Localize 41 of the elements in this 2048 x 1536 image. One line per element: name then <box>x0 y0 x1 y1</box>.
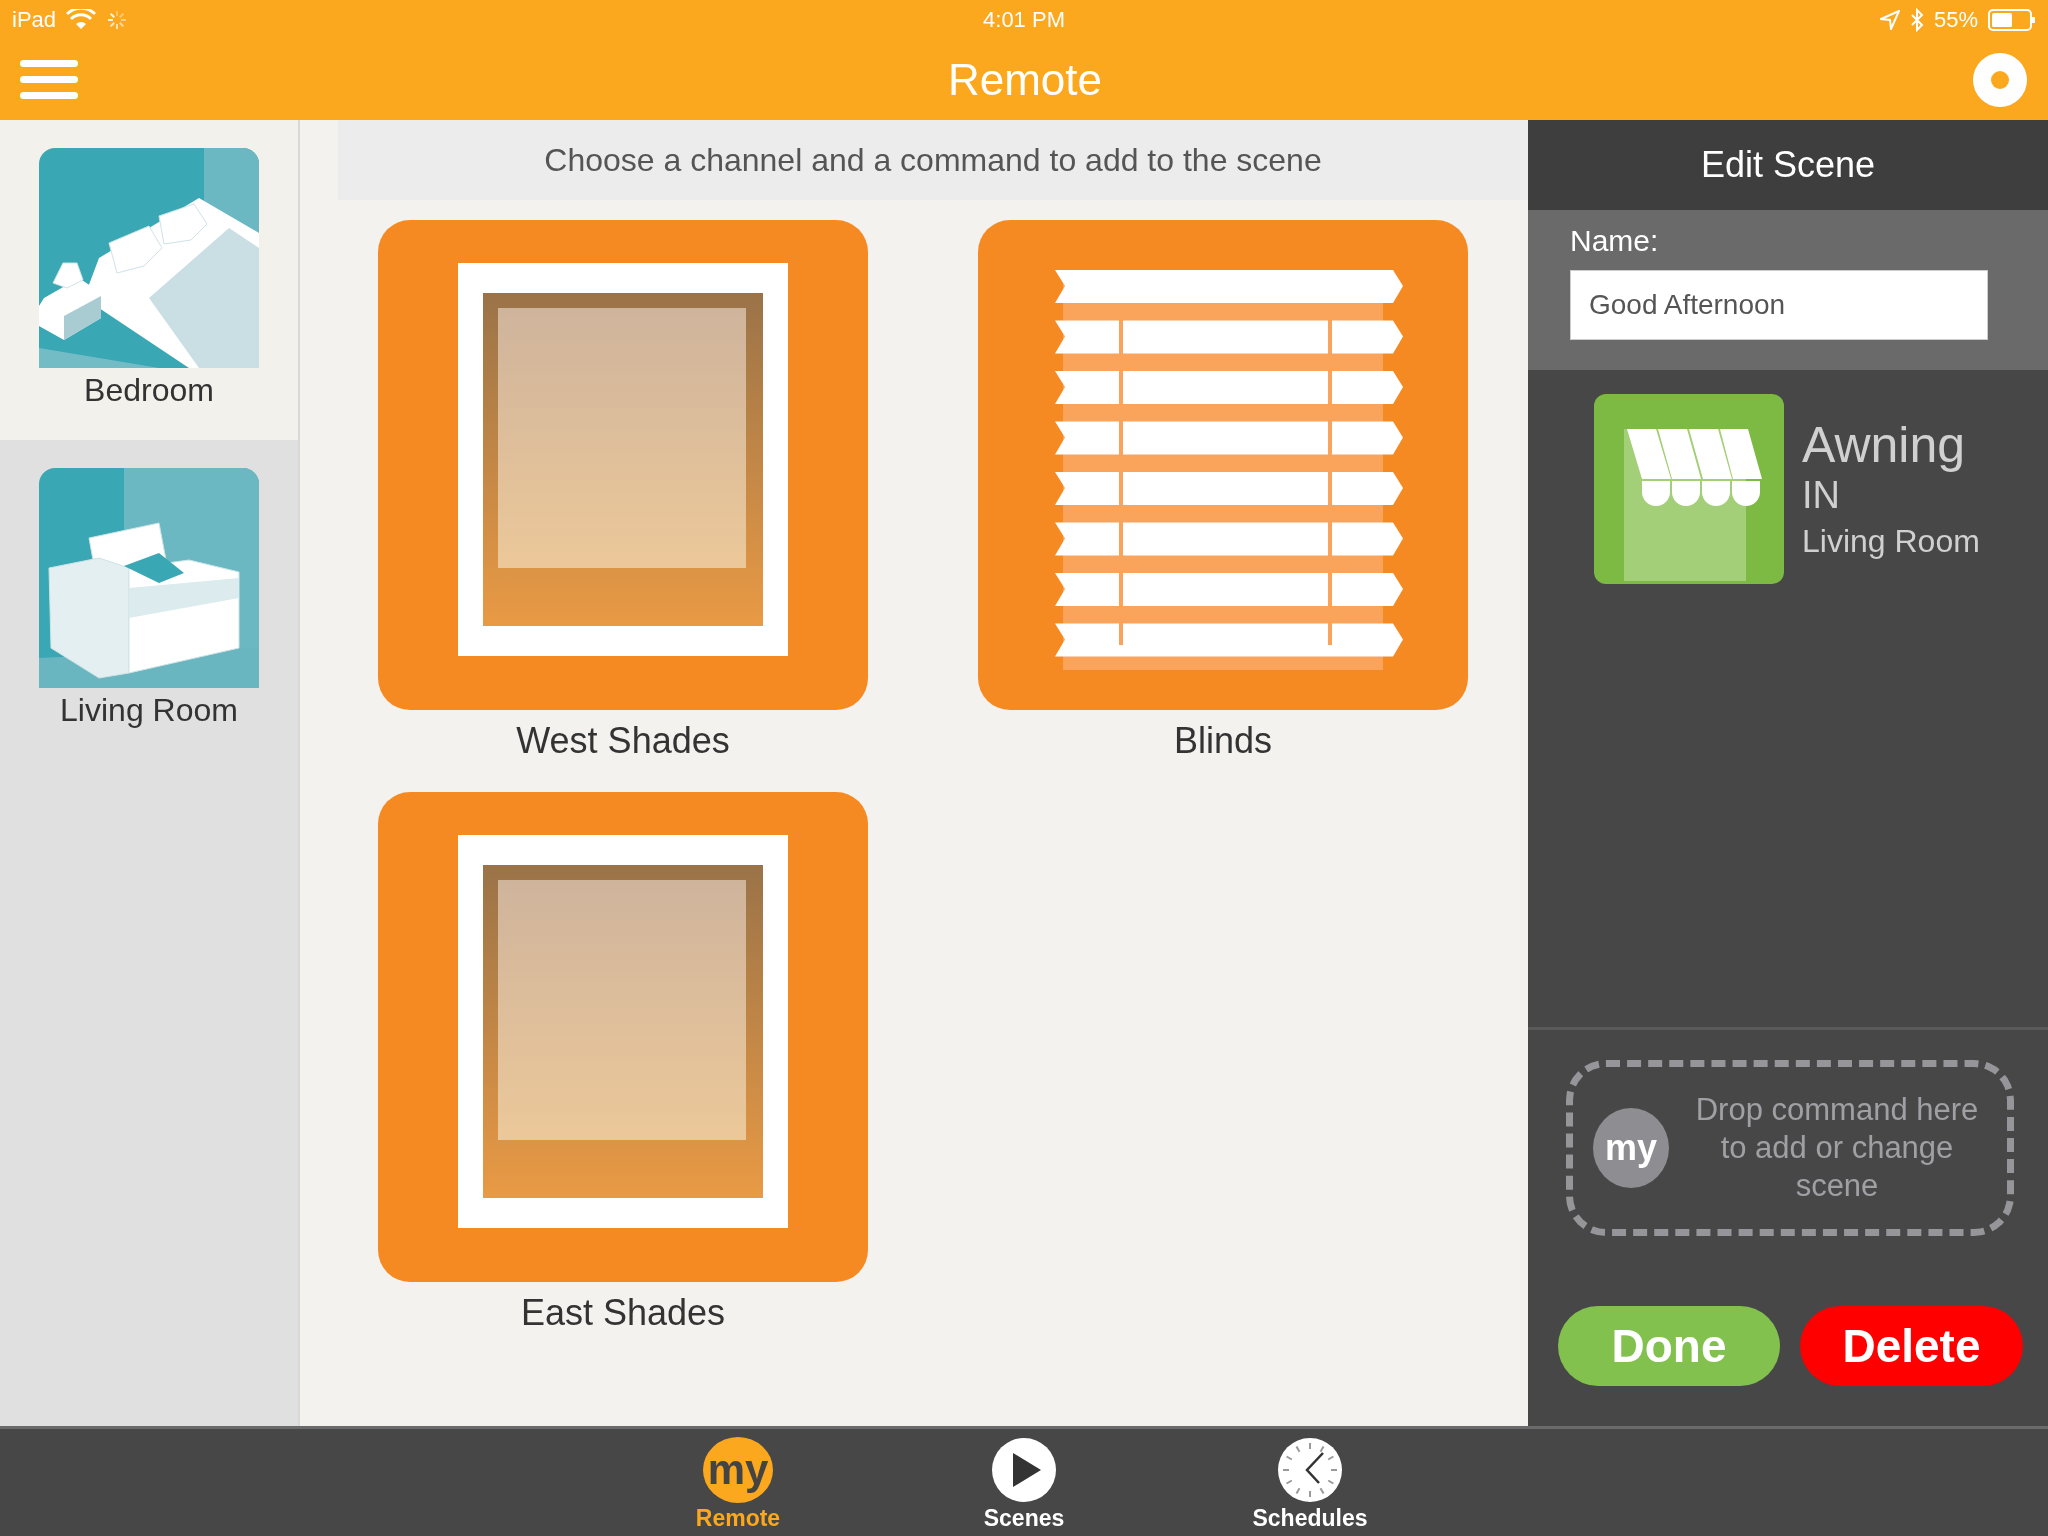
delete-button[interactable]: Delete <box>1800 1306 2023 1386</box>
clock-icon <box>1277 1437 1343 1503</box>
wifi-icon <box>66 9 97 31</box>
battery-icon <box>1988 9 2036 31</box>
record-icon[interactable] <box>1972 52 2028 108</box>
command-name: IN <box>1802 474 1841 517</box>
instruction-text: Choose a channel and a command to add to the scene <box>338 120 1528 200</box>
location-arrow-icon <box>1879 10 1900 30</box>
device-name: Awning <box>1802 416 1967 474</box>
window-blinds-icon <box>1055 270 1403 670</box>
room-name: Living Room <box>1802 523 1980 560</box>
bluetooth-icon <box>1909 8 1924 32</box>
tab-item[interactable]: Scenes <box>931 1429 1117 1536</box>
channel-tile[interactable] <box>978 220 1468 710</box>
channel-name: East Shades <box>520 1292 726 1335</box>
menu-icon[interactable] <box>20 58 78 102</box>
channel-tile[interactable] <box>378 792 868 1282</box>
name-field[interactable]: Good Afternoon <box>1570 270 1988 340</box>
awning-icon <box>1594 394 1784 584</box>
logo-badge: my <box>1593 1108 1669 1188</box>
carrier-text: iPad <box>12 7 57 33</box>
room-name: Living Room <box>60 692 238 729</box>
window-shade-icon <box>458 835 788 1228</box>
window-shade-icon <box>458 263 788 656</box>
panel-title: Edit Scene <box>1528 120 2048 210</box>
page-title: Remote <box>947 55 1103 105</box>
room-item[interactable]: Bedroom <box>0 120 298 440</box>
drop-zone[interactable]: my Drop command here to add or change scene <box>1566 1060 2014 1236</box>
channel-tile[interactable] <box>378 220 868 710</box>
drop-hint: Drop command here to add or change scene <box>1694 1091 1980 1205</box>
logo-badge: my <box>703 1437 773 1503</box>
battery-percent: 55% <box>1933 7 1978 33</box>
name-label: Name: <box>1570 224 1660 258</box>
clock-time: 4:01 PM <box>983 7 1065 33</box>
tab-item[interactable]: Schedules <box>1217 1429 1403 1536</box>
activity-spinner-icon <box>106 9 129 31</box>
room-name: Bedroom <box>84 372 214 409</box>
play-icon <box>991 1437 1057 1503</box>
channel-name: West Shades <box>516 720 730 763</box>
tab-item[interactable]: my Remote <box>645 1429 831 1536</box>
channel-name: Blinds <box>1173 720 1273 763</box>
